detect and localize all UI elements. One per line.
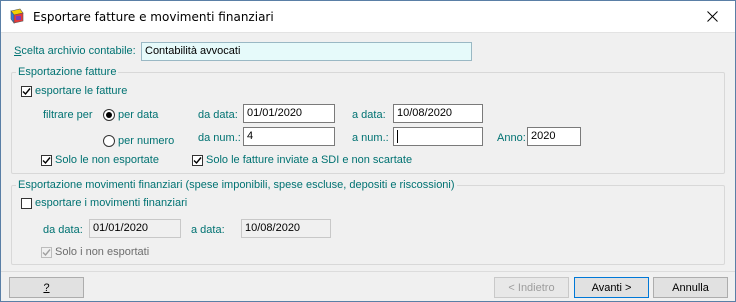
help-button[interactable]: ? xyxy=(9,277,84,298)
window-title: Esportare fatture e movimenti finanziari xyxy=(33,10,274,24)
mov-to-date-label: a data: xyxy=(191,224,225,236)
check-icon xyxy=(22,87,31,95)
mov-to-date-field[interactable]: 10/08/2020 xyxy=(241,219,331,238)
radio-by-number[interactable]: per numero xyxy=(103,135,174,147)
back-button[interactable]: < Indietro xyxy=(494,277,569,298)
from-date-label: da data: xyxy=(198,109,238,121)
export-dialog: Esportare fatture e movimenti finanziari… xyxy=(0,0,736,302)
only-not-exported-movements-label: Solo i non esportati xyxy=(55,246,150,258)
close-icon xyxy=(706,11,718,22)
to-date-label: a data: xyxy=(352,109,386,121)
close-button[interactable] xyxy=(689,1,735,32)
checkbox-box[interactable] xyxy=(41,154,52,166)
radio-by-date-label: per data xyxy=(118,109,159,121)
only-sdi-checkbox[interactable]: Solo le fatture inviate a SDI e non scar… xyxy=(192,154,412,166)
check-icon xyxy=(42,248,51,256)
radio-by-number-label: per numero xyxy=(118,135,175,147)
filter-label: filtrare per xyxy=(43,109,93,121)
title-bar: Esportare fatture e movimenti finanziari xyxy=(1,1,735,33)
only-not-exported-label: Solo le non esportate xyxy=(55,154,159,166)
to-num-label: a num.: xyxy=(352,132,389,144)
from-num-label: da num.: xyxy=(198,132,241,144)
back-button-label: < Indietro xyxy=(508,281,555,294)
app-icon xyxy=(10,8,24,24)
year-field[interactable]: 2020 xyxy=(527,127,581,146)
only-sdi-label: Solo le fatture inviate a SDI e non scar… xyxy=(206,154,413,166)
next-button-label: Avanti > xyxy=(591,281,632,294)
help-button-label: ? xyxy=(43,281,50,294)
movements-group-title: Esportazione movimenti finanziari (spese… xyxy=(18,179,455,191)
next-button[interactable]: Avanti > xyxy=(574,277,649,298)
export-invoices-checkbox[interactable]: esportare le fatture xyxy=(21,85,127,97)
archive-field[interactable]: Contabilità avvocati xyxy=(141,42,472,61)
checkbox-box[interactable] xyxy=(21,197,32,209)
mov-from-date-field[interactable]: 01/01/2020 xyxy=(89,219,181,238)
export-invoices-label: esportare le fatture xyxy=(35,85,128,97)
from-date-field[interactable]: 01/01/2020 xyxy=(243,104,335,123)
footer-divider xyxy=(1,271,735,272)
radio-selected-icon xyxy=(103,109,115,121)
archive-label: Scelta archivio contabile: xyxy=(14,45,136,57)
archive-label-text: celta archivio contabile: xyxy=(21,45,136,57)
check-icon xyxy=(193,156,202,164)
checkbox-box[interactable] xyxy=(41,246,52,258)
cancel-button-label: Annulla xyxy=(672,281,709,294)
text-caret xyxy=(397,129,398,143)
only-not-exported-movements-checkbox[interactable]: Solo i non esportati xyxy=(41,246,149,258)
to-date-field[interactable]: 10/08/2020 xyxy=(393,104,483,123)
invoices-group-title: Esportazione fatture xyxy=(18,66,117,78)
checkbox-box[interactable] xyxy=(192,154,203,166)
export-movements-label: esportare i movimenti finanziari xyxy=(35,197,188,209)
only-not-exported-checkbox[interactable]: Solo le non esportate xyxy=(41,154,159,166)
cancel-button[interactable]: Annulla xyxy=(653,277,728,298)
checkbox-box[interactable] xyxy=(21,85,32,97)
year-label: Anno: xyxy=(497,132,526,144)
radio-by-date[interactable]: per data xyxy=(103,109,158,121)
export-movements-checkbox[interactable]: esportare i movimenti finanziari xyxy=(21,197,187,209)
to-num-field[interactable] xyxy=(393,127,483,146)
mov-from-date-label: da data: xyxy=(43,224,83,236)
from-num-field[interactable]: 4 xyxy=(243,127,335,146)
radio-unselected-icon xyxy=(103,135,115,147)
check-icon xyxy=(42,156,51,164)
